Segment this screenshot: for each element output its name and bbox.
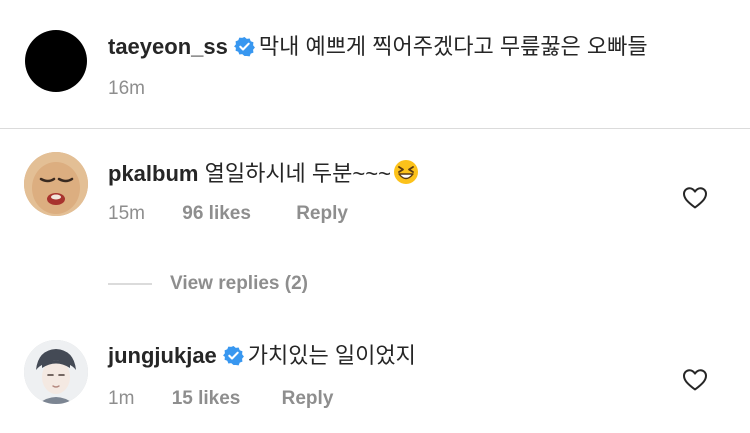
caption-text: 막내 예쁘게 찍어주겠다고 무릎꿇은 오빠들 (258, 34, 648, 59)
caption-timestamp: 16m (108, 78, 145, 99)
comment-username[interactable]: pkalbum (108, 161, 198, 186)
avatar-photo-icon (24, 340, 88, 404)
avatar-photo-icon (24, 152, 88, 216)
comment-line: pkalbum 열일하시네 두분~~~ (108, 159, 419, 189)
verified-badge-icon (222, 346, 244, 366)
view-replies-button[interactable]: View replies (2) (170, 270, 308, 298)
avatar[interactable] (24, 340, 88, 404)
reply-button[interactable]: Reply (282, 387, 334, 411)
comment-likes[interactable]: 96 likes (182, 202, 251, 226)
caption-meta: 16m (108, 77, 145, 101)
reply-button[interactable]: Reply (296, 202, 348, 226)
comment-text: 열일하시네 두분~~~ (204, 161, 391, 186)
verified-badge-icon (233, 37, 255, 57)
comment-timestamp: 15m (108, 203, 145, 224)
comment-line: jungjukjae 가치있는 일이었지 (108, 341, 416, 371)
comment-username[interactable]: jungjukjae (108, 343, 217, 368)
heart-icon[interactable] (682, 368, 708, 392)
avatar[interactable] (24, 152, 88, 216)
grinning-squinting-face-emoji-icon (393, 160, 418, 184)
caption-username[interactable]: taeyeon_ss (108, 34, 228, 59)
post-caption: taeyeon_ss 막내 예쁘게 찍어주겠다고 무릎꿇은 오빠들 16m (0, 0, 750, 129)
comment-text: 가치있는 일이었지 (247, 343, 416, 368)
comment-timestamp: 1m (108, 388, 135, 409)
comment-meta: 1m 15 likes Reply (108, 387, 333, 411)
comment-likes[interactable]: 15 likes (172, 387, 241, 411)
caption-line: taeyeon_ss 막내 예쁘게 찍어주겠다고 무릎꿇은 오빠들 (108, 32, 648, 62)
avatar[interactable] (25, 30, 87, 92)
replies-divider (108, 283, 152, 285)
comment-meta: 15m 96 likes Reply (108, 202, 348, 226)
heart-icon[interactable] (682, 186, 708, 210)
